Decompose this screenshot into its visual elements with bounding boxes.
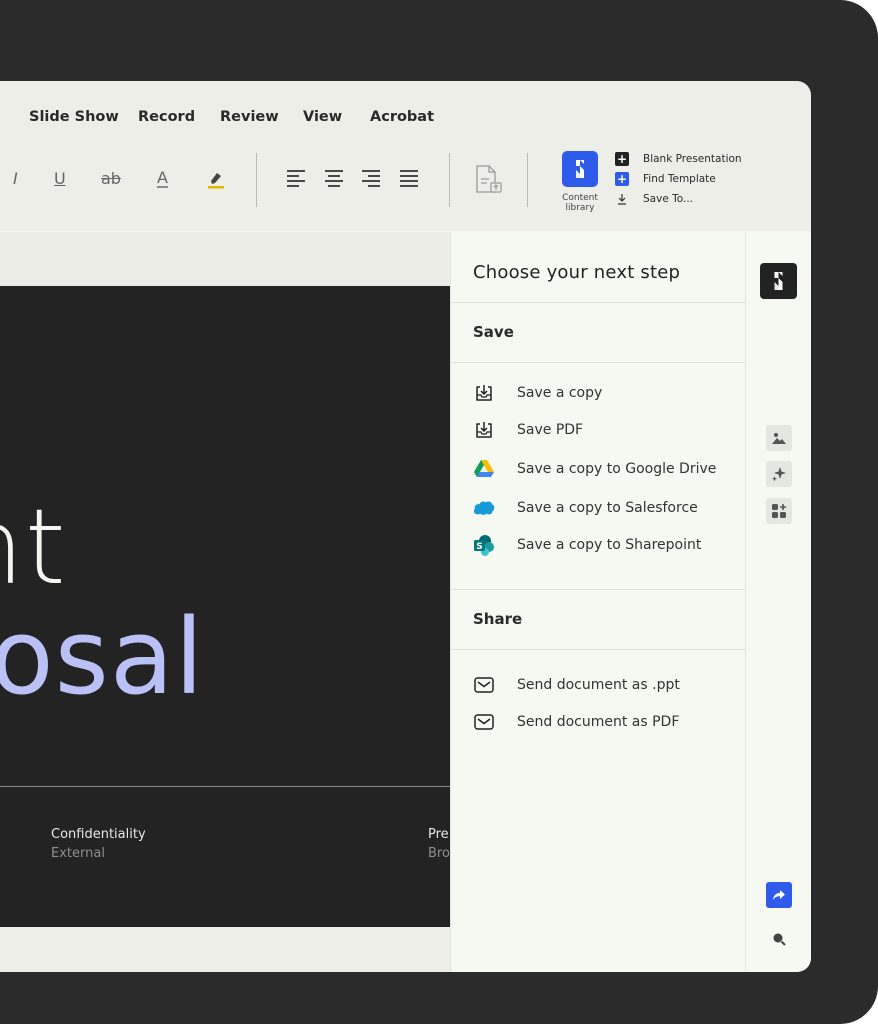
slide-divider xyxy=(0,786,450,787)
align-left-button[interactable] xyxy=(287,170,307,188)
send-pdf-label: Send document as PDF xyxy=(517,714,680,730)
highlight-button[interactable] xyxy=(206,169,226,189)
highlighter-icon xyxy=(208,173,224,189)
share-section-title: Share xyxy=(473,610,523,628)
confidentiality-label: Confidentiality xyxy=(51,827,146,842)
brand-logo-icon[interactable] xyxy=(760,263,797,299)
plus-icon: + xyxy=(615,152,629,166)
align-right-button[interactable] xyxy=(362,170,382,188)
content-library-label: Content library xyxy=(562,193,598,213)
slide-canvas[interactable]: nt osal Confidentiality External Pre Bro xyxy=(0,286,450,927)
save-google-drive-label: Save a copy to Google Drive xyxy=(517,461,717,477)
save-salesforce-button[interactable]: Save a copy to Salesforce xyxy=(473,497,738,519)
sharepoint-icon: S xyxy=(473,534,495,556)
salesforce-icon xyxy=(473,497,495,519)
content-library-button[interactable] xyxy=(562,151,598,187)
save-copy-button[interactable]: Save a copy xyxy=(473,382,738,404)
panel-divider xyxy=(451,362,746,363)
toolbar-divider xyxy=(527,153,528,207)
image-icon[interactable] xyxy=(766,425,792,451)
svg-text:S: S xyxy=(476,542,482,552)
slide-title-line2: osal xyxy=(0,596,205,718)
strikethrough-button[interactable]: ab xyxy=(101,169,121,188)
blank-presentation-button[interactable]: + Blank Presentation xyxy=(615,152,742,166)
share-icon[interactable] xyxy=(766,882,792,908)
panel-divider xyxy=(451,589,746,590)
menu-acrobat[interactable]: Acrobat xyxy=(370,109,434,125)
send-ppt-label: Send document as .ppt xyxy=(517,677,680,693)
export-document-button[interactable] xyxy=(475,165,503,195)
panel-divider xyxy=(451,649,746,650)
panel-title: Choose your next step xyxy=(473,262,681,283)
download-tray-icon xyxy=(473,419,495,441)
save-google-drive-button[interactable]: Save a copy to Google Drive xyxy=(473,458,738,480)
confidentiality-value: External xyxy=(51,846,105,861)
align-center-button[interactable] xyxy=(325,170,345,188)
save-sharepoint-label: Save a copy to Sharepoint xyxy=(517,537,702,553)
menu-bar: Slide Show Record Review View Acrobat xyxy=(0,81,811,153)
slide-meta-label: Pre xyxy=(428,827,449,842)
sparkle-icon[interactable] xyxy=(766,461,792,487)
send-pdf-button[interactable]: Send document as PDF xyxy=(473,711,738,733)
underline-button[interactable]: U xyxy=(54,169,66,188)
justify-button[interactable] xyxy=(400,170,420,188)
save-section-title: Save xyxy=(473,323,514,341)
apps-grid-icon[interactable] xyxy=(766,498,792,524)
blank-presentation-label: Blank Presentation xyxy=(643,153,742,165)
save-pdf-button[interactable]: Save PDF xyxy=(473,419,738,441)
mail-icon xyxy=(473,711,495,733)
app-frame: Slide Show Record Review View Acrobat I … xyxy=(0,0,878,1024)
menu-record[interactable]: Record xyxy=(138,109,195,125)
save-salesforce-label: Save a copy to Salesforce xyxy=(517,500,698,516)
search-icon[interactable] xyxy=(770,930,788,948)
download-tray-icon xyxy=(473,382,495,404)
send-ppt-button[interactable]: Send document as .ppt xyxy=(473,674,738,696)
download-arrow-icon xyxy=(615,192,629,206)
powerpoint-window: Slide Show Record Review View Acrobat I … xyxy=(0,81,811,972)
menu-slide-show[interactable]: Slide Show xyxy=(29,109,119,125)
slide-meta-value: Bro xyxy=(428,846,450,861)
save-sharepoint-button[interactable]: S Save a copy to Sharepoint xyxy=(473,534,738,556)
menu-review[interactable]: Review xyxy=(220,109,279,125)
slide-title-line1: nt xyxy=(0,486,67,608)
toolbar-divider xyxy=(256,153,257,207)
mail-icon xyxy=(473,674,495,696)
font-color-button[interactable]: A xyxy=(157,169,168,188)
menu-view[interactable]: View xyxy=(303,109,342,125)
save-copy-label: Save a copy xyxy=(517,385,603,401)
slide-canvas-margin xyxy=(0,232,450,286)
next-step-panel: Choose your next step Save Save a copy S… xyxy=(450,232,746,972)
italic-button[interactable]: I xyxy=(13,169,18,188)
save-pdf-label: Save PDF xyxy=(517,422,584,438)
find-template-button[interactable]: + Find Template xyxy=(615,172,716,186)
find-template-label: Find Template xyxy=(643,173,716,185)
save-to-button[interactable]: Save To... xyxy=(615,192,693,206)
add-in-rail xyxy=(745,232,811,972)
brand-logo-icon xyxy=(576,160,584,178)
document-export-icon xyxy=(476,165,502,193)
google-drive-icon xyxy=(473,458,495,480)
panel-divider xyxy=(451,302,746,303)
toolbar-divider xyxy=(449,153,450,207)
save-to-label: Save To... xyxy=(643,193,693,205)
plus-icon: + xyxy=(615,172,629,186)
slide-canvas-margin xyxy=(0,927,450,972)
